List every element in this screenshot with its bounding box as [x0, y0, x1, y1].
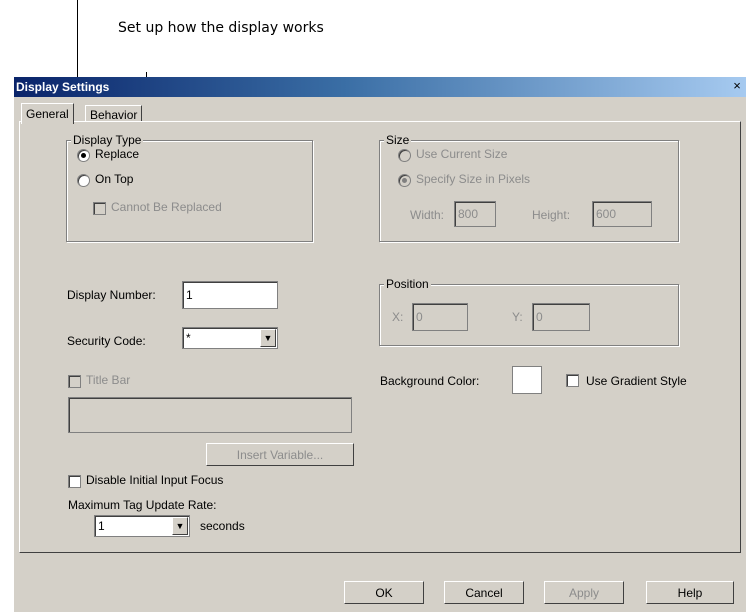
security-code-select[interactable]: * ▼ [182, 327, 278, 349]
max-tag-value: 1 [98, 519, 105, 533]
help-button[interactable]: Help [646, 581, 734, 604]
width-input[interactable]: 800 [454, 201, 496, 227]
close-icon[interactable]: × [729, 78, 745, 94]
dialog-title: Display Settings [16, 80, 110, 94]
position-group: Position X: 0 Y: 0 [379, 277, 679, 346]
on-top-label[interactable]: On Top [95, 172, 133, 186]
security-code-label: Security Code: [67, 334, 146, 348]
display-settings-dialog: Display Settings × General Behavior Disp… [14, 77, 746, 612]
max-tag-select[interactable]: 1 ▼ [94, 515, 190, 537]
general-tab-panel: Display Type Replace On Top Cannot Be Re… [19, 121, 741, 553]
tab-general-label: General [26, 107, 69, 121]
title-bar-label: Title Bar [86, 373, 131, 387]
chevron-down-icon[interactable]: ▼ [260, 329, 276, 347]
dialog-titlebar[interactable]: Display Settings × [14, 77, 746, 97]
ok-button[interactable]: OK [344, 581, 424, 604]
specify-size-label: Specify Size in Pixels [416, 172, 531, 186]
background-color-label: Background Color: [380, 374, 480, 388]
background-color-swatch[interactable] [512, 366, 542, 394]
specify-size-radio[interactable] [398, 174, 411, 187]
height-label: Height: [532, 208, 571, 222]
position-x-input[interactable]: 0 [412, 303, 468, 331]
disable-focus-checkbox[interactable] [68, 475, 81, 488]
position-y-input[interactable]: 0 [532, 303, 590, 331]
cancel-button[interactable]: Cancel [444, 581, 524, 604]
width-label: Width: [410, 208, 445, 222]
display-type-label: Display Type [71, 133, 144, 147]
use-current-size-radio[interactable] [398, 149, 411, 162]
display-number-input[interactable]: 1 [182, 281, 278, 309]
position-x-label: X: [392, 310, 404, 324]
max-tag-label: Maximum Tag Update Rate: [68, 498, 217, 512]
position-label: Position [384, 277, 431, 291]
replace-label[interactable]: Replace [95, 147, 139, 161]
apply-button[interactable]: Apply [544, 581, 624, 604]
cannot-be-replaced-label: Cannot Be Replaced [111, 200, 222, 214]
insert-variable-button[interactable]: Insert Variable... [206, 443, 354, 466]
cannot-be-replaced-checkbox[interactable] [93, 202, 106, 215]
display-number-label: Display Number: [67, 288, 156, 302]
use-current-size-label: Use Current Size [416, 147, 508, 161]
security-code-value: * [186, 331, 191, 345]
tab-behavior-label: Behavior [90, 108, 138, 122]
display-type-group: Display Type Replace On Top Cannot Be Re… [66, 133, 313, 242]
max-tag-unit: seconds [200, 519, 245, 533]
tab-general[interactable]: General [21, 103, 74, 124]
replace-radio[interactable] [77, 149, 90, 162]
position-y-label: Y: [512, 310, 523, 324]
on-top-radio[interactable] [77, 174, 90, 187]
use-gradient-checkbox[interactable] [566, 374, 579, 387]
chevron-down-icon[interactable]: ▼ [172, 517, 188, 535]
size-group: Size Use Current Size Specify Size in Pi… [379, 133, 679, 242]
title-bar-input[interactable] [68, 397, 352, 433]
height-input[interactable]: 600 [592, 201, 652, 227]
title-bar-checkbox[interactable] [68, 375, 81, 388]
size-label: Size [384, 133, 412, 147]
annotation-text: Set up how the display works [118, 20, 324, 36]
use-gradient-label[interactable]: Use Gradient Style [586, 374, 687, 388]
disable-focus-label[interactable]: Disable Initial Input Focus [86, 473, 223, 487]
